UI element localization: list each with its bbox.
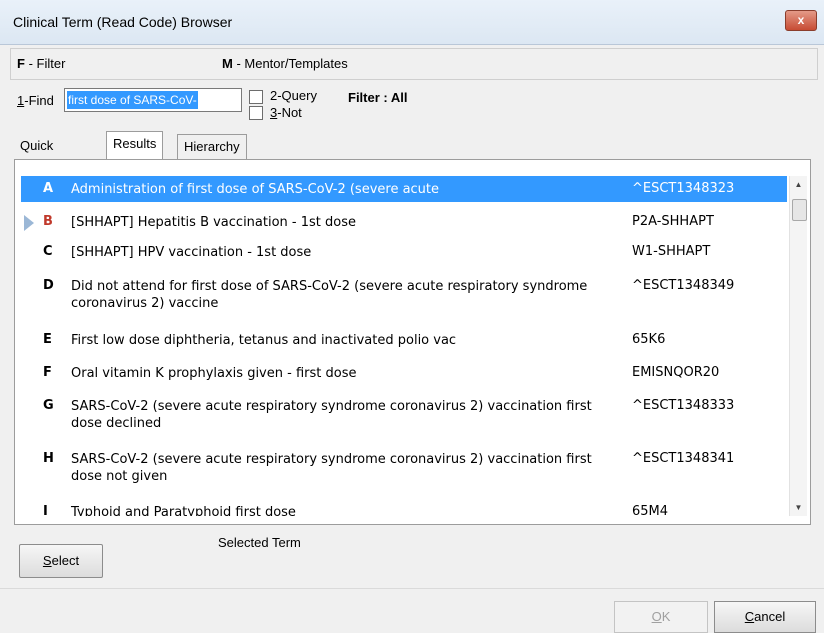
result-row-c[interactable]: C [SHHAPT] HPV vaccination - 1st dose W1…	[21, 239, 787, 265]
result-term: [SHHAPT] HPV vaccination - 1st dose	[71, 245, 312, 260]
current-row-pointer-icon	[24, 215, 34, 231]
result-term: Administration of first dose of SARS-CoV…	[71, 182, 440, 197]
result-code: ^ESCT1348323	[632, 181, 735, 196]
result-letter: C	[43, 244, 53, 259]
results-list: A Administration of first dose of SARS-C…	[21, 176, 787, 516]
query-label: 2-Query	[270, 88, 317, 103]
result-code: P2A-SHHAPT	[632, 214, 714, 229]
results-scrollbar[interactable]: ▲ ▼	[789, 176, 807, 516]
shortcut-bar: F - Filter M - Mentor/Templates	[10, 48, 818, 80]
ok-button[interactable]: OK	[614, 601, 708, 633]
not-label: 3-Not	[270, 105, 302, 120]
result-letter: H	[43, 451, 54, 466]
find-label: 1-Find	[17, 93, 54, 108]
tab-hierarchy[interactable]: Hierarchy	[177, 134, 247, 159]
query-checkbox[interactable]	[249, 90, 263, 104]
mentor-shortcut[interactable]: M - Mentor/Templates	[222, 56, 348, 71]
close-icon: x	[797, 13, 805, 27]
tab-results[interactable]: Results	[106, 131, 164, 160]
result-row-h[interactable]: H SARS-CoV-2 (severe acute respiratory s…	[21, 446, 787, 490]
result-letter: B	[43, 214, 53, 229]
close-button[interactable]: x	[785, 10, 817, 31]
selected-term-label: Selected Term	[218, 535, 301, 550]
scroll-thumb[interactable]	[792, 199, 807, 221]
window-title: Clinical Term (Read Code) Browser	[13, 14, 233, 30]
result-letter: D	[43, 278, 54, 293]
result-code: 65M4	[632, 504, 669, 516]
result-row-b[interactable]: B [SHHAPT] Hepatitis B vaccination - 1st…	[21, 210, 787, 236]
result-letter: E	[43, 332, 52, 347]
result-term: First low dose diphtheria, tetanus and i…	[71, 333, 457, 348]
result-code: ^ESCT1348349	[632, 278, 735, 293]
result-row-e[interactable]: E First low dose diphtheria, tetanus and…	[21, 326, 787, 352]
result-code: 65K6	[632, 332, 666, 347]
find-input-value: first dose of SARS-CoV-	[67, 91, 198, 109]
result-term: Did not attend for first dose of SARS-Co…	[71, 279, 588, 311]
result-code: W1-SHHAPT	[632, 244, 711, 259]
result-code: ^ESCT1348341	[632, 451, 735, 466]
result-letter: F	[43, 365, 52, 380]
result-term: Typhoid and Paratyphoid first dose	[71, 505, 296, 516]
result-row-d[interactable]: D Did not attend for first dose of SARS-…	[21, 275, 787, 319]
result-row-i[interactable]: I Typhoid and Paratyphoid first dose 65M…	[21, 498, 787, 516]
result-term: [SHHAPT] Hepatitis B vaccination - 1st d…	[71, 215, 356, 230]
result-term: SARS-CoV-2 (severe acute respiratory syn…	[71, 399, 592, 431]
not-checkbox[interactable]	[249, 106, 263, 120]
result-letter: I	[43, 504, 48, 516]
result-term: SARS-CoV-2 (severe acute respiratory syn…	[71, 452, 592, 484]
result-term: Oral vitamin K prophylaxis given - first…	[71, 366, 357, 381]
filter-status: Filter : All	[348, 90, 408, 105]
cancel-button[interactable]: Cancel	[714, 601, 816, 633]
title-bar: Clinical Term (Read Code) Browser x	[0, 0, 824, 45]
scroll-down-icon[interactable]: ▼	[790, 499, 807, 516]
result-code: EMISNQOR20	[632, 365, 720, 380]
result-code: ^ESCT1348333	[632, 398, 735, 413]
filter-shortcut[interactable]: F - Filter	[17, 56, 65, 71]
find-input[interactable]: first dose of SARS-CoV-	[64, 88, 242, 112]
result-row-f[interactable]: F Oral vitamin K prophylaxis given - fir…	[21, 360, 787, 386]
results-panel: A Administration of first dose of SARS-C…	[14, 159, 811, 525]
select-button[interactable]: Select	[19, 544, 103, 578]
tab-quick-keys[interactable]: Quick Keys	[14, 134, 59, 177]
result-row-a[interactable]: A Administration of first dose of SARS-C…	[21, 176, 787, 202]
result-letter: G	[43, 398, 54, 413]
result-row-g[interactable]: G SARS-CoV-2 (severe acute respiratory s…	[21, 393, 787, 437]
scroll-up-icon[interactable]: ▲	[790, 176, 807, 193]
button-bar: OK Cancel	[0, 588, 824, 633]
result-letter: A	[43, 181, 54, 196]
